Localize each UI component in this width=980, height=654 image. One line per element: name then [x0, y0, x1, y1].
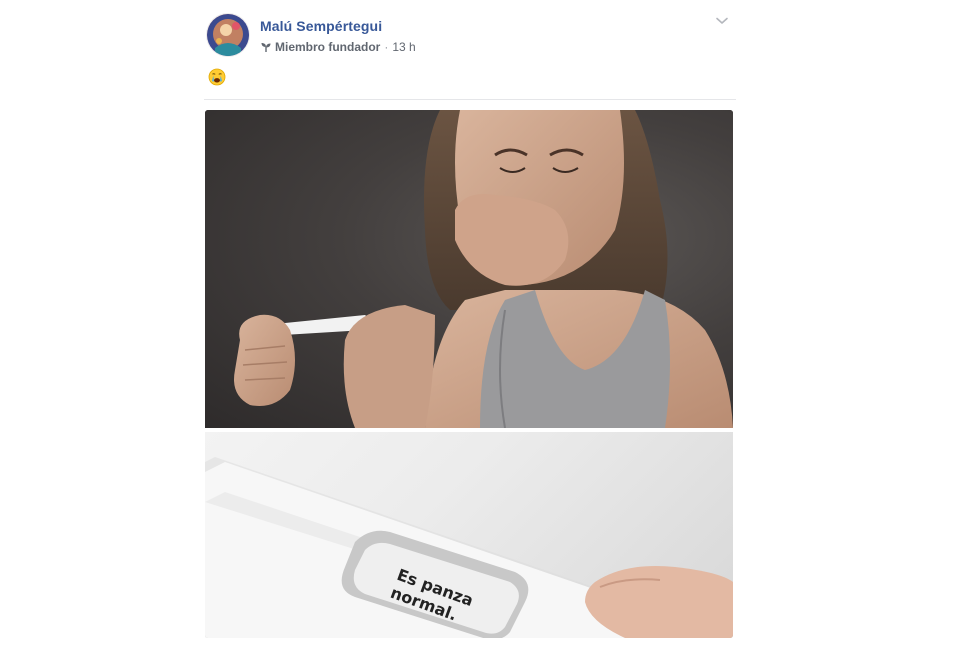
- crying-face-emoji: [208, 68, 226, 86]
- avatar-image: [207, 14, 249, 56]
- page: Malú Sempértegui Miembro fundador · 13 h: [0, 0, 980, 654]
- avatar[interactable]: [207, 14, 249, 56]
- member-badge-label[interactable]: Miembro fundador: [275, 40, 380, 54]
- sprout-icon: [261, 43, 271, 52]
- post-photo[interactable]: Es panza normal.: [205, 110, 733, 638]
- post-timestamp[interactable]: 13 h: [392, 40, 415, 54]
- woman-with-test-illustration: [234, 110, 733, 429]
- author-name-link[interactable]: Malú Sempértegui: [260, 18, 382, 34]
- post-text: [208, 68, 226, 92]
- header-divider: [204, 99, 736, 100]
- post-header: Malú Sempértegui Miembro fundador · 13 h: [196, 0, 744, 100]
- chevron-down-icon[interactable]: [715, 16, 729, 26]
- photo-panel-woman: [205, 110, 733, 429]
- post-card: Malú Sempértegui Miembro fundador · 13 h: [196, 0, 744, 654]
- post-meta: Miembro fundador · 13 h: [260, 40, 416, 54]
- meta-separator: ·: [384, 40, 389, 54]
